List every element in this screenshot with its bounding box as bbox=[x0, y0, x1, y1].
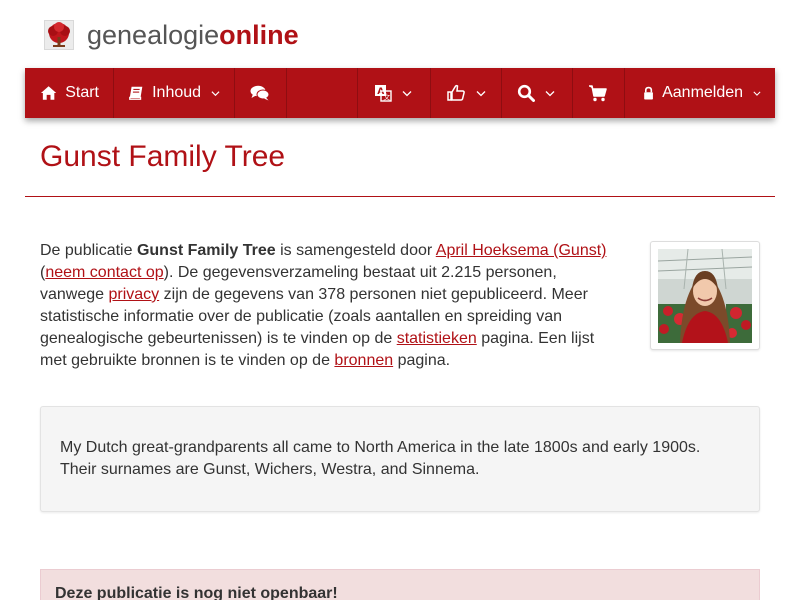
tree-icon[interactable] bbox=[44, 20, 74, 50]
nav-language[interactable]: A 文 bbox=[358, 68, 431, 118]
title-divider bbox=[25, 196, 775, 197]
nav-start[interactable]: Start bbox=[25, 68, 114, 118]
nav-inhoud-label: Inhoud bbox=[152, 84, 202, 101]
statistics-link[interactable]: statistieken bbox=[397, 330, 477, 347]
nav-forum[interactable] bbox=[235, 68, 287, 118]
cart-icon bbox=[589, 85, 607, 102]
main-navbar: Start Inhoud A 文 Aanmelden bbox=[25, 68, 775, 118]
contact-link[interactable]: neem contact op bbox=[45, 264, 163, 281]
publication-intro: De publicatie Gunst Family Tree is samen… bbox=[40, 240, 620, 372]
nav-recommend[interactable] bbox=[431, 68, 502, 118]
author-photo[interactable] bbox=[650, 241, 760, 350]
page-title: Gunst Family Tree bbox=[40, 140, 286, 173]
book-icon bbox=[129, 86, 143, 100]
translate-icon: A 文 bbox=[375, 85, 392, 102]
nav-search[interactable] bbox=[502, 68, 573, 118]
thumbs-up-icon bbox=[447, 84, 465, 101]
intro-text: De publicatie bbox=[40, 242, 137, 259]
brand-part-genealogie: genealogie bbox=[87, 20, 220, 50]
publication-name: Gunst Family Tree bbox=[136, 242, 276, 259]
lock-icon bbox=[644, 86, 653, 99]
chevron-down-icon bbox=[211, 90, 220, 96]
home-icon bbox=[40, 86, 57, 100]
nav-start-label: Start bbox=[65, 84, 99, 101]
chevron-down-icon bbox=[402, 90, 412, 96]
publication-description: My Dutch great-grandparents all came to … bbox=[40, 406, 760, 512]
search-icon bbox=[517, 84, 535, 102]
author-photo-image bbox=[658, 249, 752, 343]
site-logo-text[interactable]: genealogieonline bbox=[87, 20, 299, 50]
privacy-link[interactable]: privacy bbox=[109, 286, 160, 303]
chevron-down-icon bbox=[545, 90, 555, 96]
nav-spacer bbox=[287, 68, 358, 118]
comments-icon bbox=[250, 85, 270, 101]
nav-aanmelden[interactable]: Aanmelden bbox=[625, 68, 775, 118]
nav-aanmelden-label: Aanmelden bbox=[662, 84, 744, 101]
brand-part-online: online bbox=[219, 20, 299, 50]
site-header: genealogieonline bbox=[44, 18, 299, 52]
nav-inhoud[interactable]: Inhoud bbox=[114, 68, 235, 118]
sources-link[interactable]: bronnen bbox=[334, 352, 393, 369]
chevron-down-icon bbox=[476, 90, 486, 96]
chevron-down-icon bbox=[753, 91, 761, 96]
intro-text: is samengesteld door bbox=[275, 242, 436, 259]
intro-text: pagina. bbox=[393, 352, 451, 369]
not-public-alert: Deze publicatie is nog niet openbaar! bbox=[40, 569, 760, 600]
nav-cart[interactable] bbox=[573, 68, 625, 118]
svg-text:文: 文 bbox=[383, 93, 390, 102]
author-link[interactable]: April Hoeksema (Gunst) bbox=[436, 242, 607, 259]
